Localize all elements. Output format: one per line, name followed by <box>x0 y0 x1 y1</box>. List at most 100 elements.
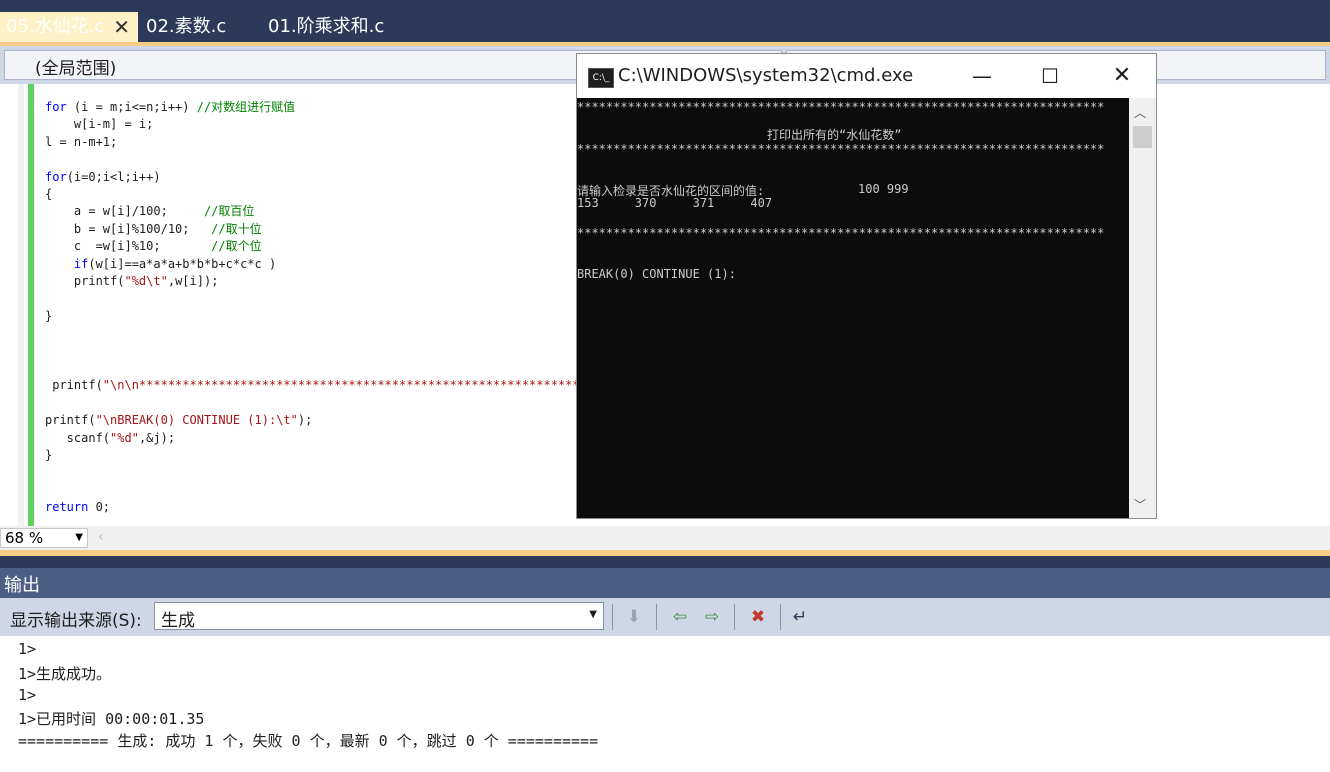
output-text-area[interactable]: 1> 1>生成成功。 1> 1>已用时间 00:00:01.35 =======… <box>0 636 1330 772</box>
scroll-thumb[interactable] <box>1133 126 1152 148</box>
code-string: "%d\t" <box>124 274 168 288</box>
tab-jiecheng[interactable]: 01.阶乘求和.c <box>268 12 384 42</box>
code-text: 0; <box>88 500 111 515</box>
code-line: if(w[i]==a*a*a+b*b*b+c*c*c ) <box>45 257 276 271</box>
tab-label: 05.水仙花.c <box>6 16 105 37</box>
code-comment: //对数组进行赋值 <box>196 100 296 114</box>
console-stars: ****************************************… <box>577 226 1105 240</box>
source-label: 显示输出来源(S): <box>10 611 142 631</box>
code-line: } <box>45 448 52 462</box>
code-keyword: for <box>45 100 67 114</box>
code-comment: //取个位 <box>211 239 262 254</box>
code-line: scanf("%d",&j); <box>45 431 175 445</box>
code-line: w[i-m] = i; <box>45 117 153 131</box>
close-button[interactable]: ✕ <box>1107 62 1137 90</box>
console-stars: ****************************************… <box>577 142 1105 156</box>
maximize-button[interactable]: ☐ <box>1035 62 1065 90</box>
code-text: printf( <box>45 274 125 288</box>
code-line: l = n-m+1; <box>45 135 117 149</box>
code-line: for (i = m;i<=n;i++) //对数组进行赋值 <box>45 100 295 114</box>
console-prompt-value: 100 999 <box>858 182 909 196</box>
console-heading: 打印出所有的“水仙花数” <box>767 128 902 142</box>
code-text: ,w[i]); <box>167 274 219 288</box>
code-string: "%d" <box>110 430 139 445</box>
code-line: printf("%d\t",w[i]); <box>45 274 219 288</box>
code-line: printf("\n\n****************************… <box>45 378 587 392</box>
code-string: "\n\n***********************************… <box>102 378 587 393</box>
code-text: ,&j); <box>138 430 176 445</box>
console-results: 153 370 371 407 <box>577 196 773 210</box>
cmd-icon: C:\_ <box>588 68 614 88</box>
tab-sushu[interactable]: 02.素数.c <box>146 12 226 42</box>
scroll-down-icon[interactable]: ﹀ <box>1134 496 1146 513</box>
toolbar-separator <box>780 604 781 630</box>
code-line: return 0; <box>45 500 110 514</box>
code-line: b = w[i]%100/10; //取十位 <box>45 222 262 236</box>
code-line: { <box>45 187 52 201</box>
change-tracking-bar <box>28 84 34 526</box>
code-text: (w[i]==a*a*a+b*b*b+c*c*c ) <box>88 256 277 271</box>
console-stars: ****************************************… <box>577 100 1105 114</box>
close-tab-icon[interactable]: ✕ <box>113 12 130 42</box>
toolbar-separator <box>734 604 735 630</box>
toolbar-separator <box>612 604 613 630</box>
editor-tab-bar: 05.水仙花.c ✕ 02.素数.c 01.阶乘求和.c <box>0 0 1330 42</box>
output-line: ========== 生成: 成功 1 个，失败 0 个，最新 0 个，跳过 0… <box>18 732 599 750</box>
code-line: printf("\nBREAK(0) CONTINUE (1):\t"); <box>45 413 312 427</box>
next-message-icon[interactable]: ⇨ <box>700 606 724 628</box>
cmd-scrollbar[interactable]: ︿ ﹀ <box>1129 98 1156 518</box>
code-line: c =w[i]%10; //取个位 <box>45 239 262 253</box>
clear-all-icon[interactable]: ✖ <box>746 606 770 628</box>
scope-label: (全局范围) <box>35 59 117 79</box>
code-line: } <box>45 309 52 323</box>
cmd-title: C:\WINDOWS\system32\cmd.exe <box>618 65 914 86</box>
zoom-select[interactable]: 68 % ▼ <box>0 528 88 548</box>
output-line: 1> <box>18 686 37 704</box>
code-text: b = w[i]%100/10; <box>45 221 212 236</box>
code-text: (i=0;i<l;i++) <box>66 169 161 184</box>
cmd-window[interactable]: C:\_ C:\WINDOWS\system32\cmd.exe — ☐ ✕ *… <box>576 53 1157 519</box>
output-title: 输出 <box>4 575 40 596</box>
chevron-down-icon: ▼ <box>75 532 83 543</box>
output-source-value: 生成 <box>161 611 195 631</box>
code-text: (i = m;i<=n;i++) <box>66 100 197 114</box>
code-text: printf( <box>45 413 96 428</box>
output-line: 1> <box>18 640 37 658</box>
panel-splitter[interactable] <box>0 556 1330 568</box>
code-text: a = w[i]/100; <box>45 204 204 219</box>
code-comment: //取百位 <box>203 204 255 219</box>
code-text: printf( <box>45 378 103 393</box>
output-source-select[interactable]: 生成 ▼ <box>154 602 604 631</box>
editor-margin <box>18 84 24 526</box>
code-string: "\nBREAK(0) CONTINUE (1):\t" <box>95 413 298 428</box>
code-text: l = n-m+1; <box>45 134 118 149</box>
code-text: w[i-m] = i; <box>45 117 154 132</box>
code-text: { <box>45 187 53 201</box>
chevron-down-icon: ▼ <box>589 609 597 620</box>
output-toolbar: 显示输出来源(S): 生成 ▼ ⬇ ⇦ ⇨ ✖ ↵ <box>0 598 1330 636</box>
minimize-button[interactable]: — <box>967 62 997 90</box>
code-keyword: for <box>45 169 67 184</box>
cmd-title-bar[interactable]: C:\_ C:\WINDOWS\system32\cmd.exe — ☐ ✕ <box>577 54 1156 98</box>
code-line: a = w[i]/100; //取百位 <box>45 204 255 219</box>
tab-shuixianhua[interactable]: 05.水仙花.c ✕ <box>0 12 138 42</box>
previous-message-icon[interactable]: ⇦ <box>668 606 692 628</box>
zoom-value: 68 % <box>5 529 44 547</box>
toolbar-separator <box>656 604 657 630</box>
editor-status-bar: 68 % ▼ ‹ <box>0 526 1330 550</box>
code-text: } <box>45 448 53 462</box>
code-text: scanf( <box>45 430 111 445</box>
console-break-prompt: BREAK(0) CONTINUE (1): <box>577 267 736 281</box>
cmd-console[interactable]: ****************************************… <box>577 98 1129 518</box>
output-line: 1>生成成功。 <box>18 665 112 683</box>
find-message-icon[interactable]: ⬇ <box>622 606 646 628</box>
code-comment: //取十位 <box>211 221 262 236</box>
code-text: ); <box>297 413 313 428</box>
output-line: 1>已用时间 00:00:01.35 <box>18 710 205 728</box>
output-panel-header: 输出 <box>0 568 1330 598</box>
code-line: for(i=0;i<l;i++) <box>45 170 161 184</box>
scroll-up-icon[interactable]: ︿ <box>1134 104 1146 121</box>
code-keyword: return <box>45 500 89 515</box>
word-wrap-icon[interactable]: ↵ <box>788 606 812 628</box>
scroll-left-icon[interactable]: ‹ <box>98 529 104 545</box>
